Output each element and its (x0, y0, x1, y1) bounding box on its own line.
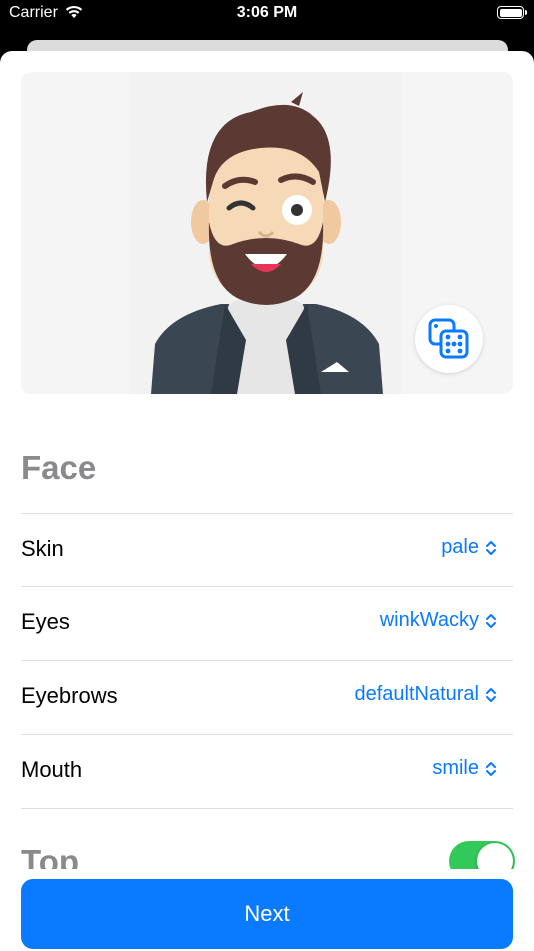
eyes-value: winkWacky (379, 609, 479, 631)
eyebrows-picker[interactable]: defaultNatural (354, 683, 497, 706)
eyebrows-label: Eyebrows (21, 683, 118, 708)
mouth-row: Mouth smile (21, 734, 513, 808)
skin-row: Skin pale (21, 513, 513, 587)
mouth-value: smile (432, 757, 479, 779)
eyes-picker[interactable]: winkWacky (380, 609, 497, 632)
mouth-picker[interactable]: smile (432, 757, 497, 780)
row-divider (21, 808, 513, 810)
mouth-label: Mouth (21, 757, 83, 782)
chevron-up-down-icon (486, 687, 496, 702)
status-time: 3:06 PM (236, 4, 298, 21)
face-section-title: Face (21, 449, 97, 486)
skin-value: pale (441, 536, 479, 558)
eyebrows-value: defaultNatural (354, 683, 479, 705)
avatar-preview (21, 72, 513, 394)
chevron-up-down-icon (486, 613, 496, 628)
eyes-row: Eyes winkWacky (21, 586, 513, 660)
status-bar: Carrier 3:06 PM (0, 0, 534, 30)
next-button[interactable]: Next (21, 879, 513, 949)
skin-label: Skin (21, 536, 64, 561)
eyes-label: Eyes (21, 609, 70, 634)
skin-picker[interactable]: pale (441, 536, 497, 559)
avatar-pupil (291, 204, 303, 216)
avatar-builder-sheet: Face Skin pale Eyes winkWacky Eyebrows d… (0, 51, 534, 951)
randomize-button[interactable] (415, 305, 483, 373)
dice-icon (428, 318, 469, 359)
chevron-up-down-icon (486, 761, 496, 776)
chevron-up-down-icon (486, 540, 496, 555)
avatar-hair-spike (291, 92, 303, 106)
battery-icon (497, 6, 527, 19)
eyebrows-row: Eyebrows defaultNatural (21, 660, 513, 734)
avatar-image (151, 92, 383, 394)
